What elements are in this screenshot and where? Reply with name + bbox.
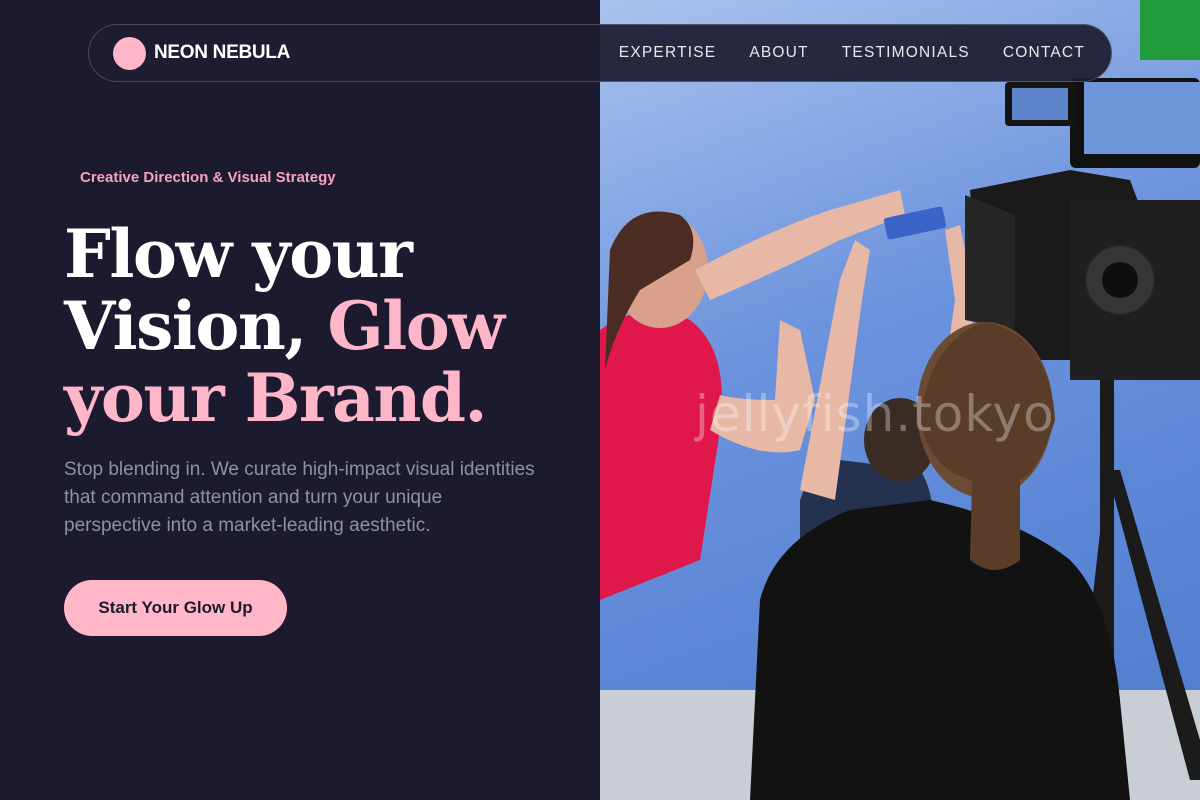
start-glow-up-button[interactable]: Start Your Glow Up <box>64 580 287 636</box>
top-navbar: NEON NEBULA EXPERTISE ABOUT TESTIMONIALS… <box>88 24 1112 82</box>
headline-accent-glow: Glow <box>327 287 505 365</box>
hero-content-panel: Creative Direction & Visual Strategy Flo… <box>0 0 600 800</box>
brand-name: NEON NEBULA <box>154 42 291 63</box>
hero-eyebrow: Creative Direction & Visual Strategy <box>80 169 336 186</box>
nav-link-about[interactable]: ABOUT <box>749 44 808 62</box>
hero-headline: Flow your Vision, Glow your Brand. <box>64 218 584 434</box>
hero-photo: jellyfish.tokyo <box>600 0 1200 800</box>
headline-accent-brand: your Brand. <box>64 359 488 437</box>
hero-description: Stop blending in. We curate high-impact … <box>64 459 535 536</box>
headline-line-2a: Vision, <box>64 287 328 365</box>
brand[interactable]: NEON NEBULA <box>113 36 291 70</box>
nav-link-contact[interactable]: CONTACT <box>1003 44 1085 62</box>
watermark-text: jellyfish.tokyo <box>695 385 1055 443</box>
green-screen-patch <box>1140 0 1200 60</box>
nav-link-expertise[interactable]: EXPERTISE <box>619 44 717 62</box>
brand-logo-dot-icon <box>113 36 146 70</box>
nav-links: EXPERTISE ABOUT TESTIMONIALS CONTACT <box>619 44 1085 62</box>
headline-line-1: Flow your <box>64 215 413 293</box>
nav-link-testimonials[interactable]: TESTIMONIALS <box>842 44 970 62</box>
